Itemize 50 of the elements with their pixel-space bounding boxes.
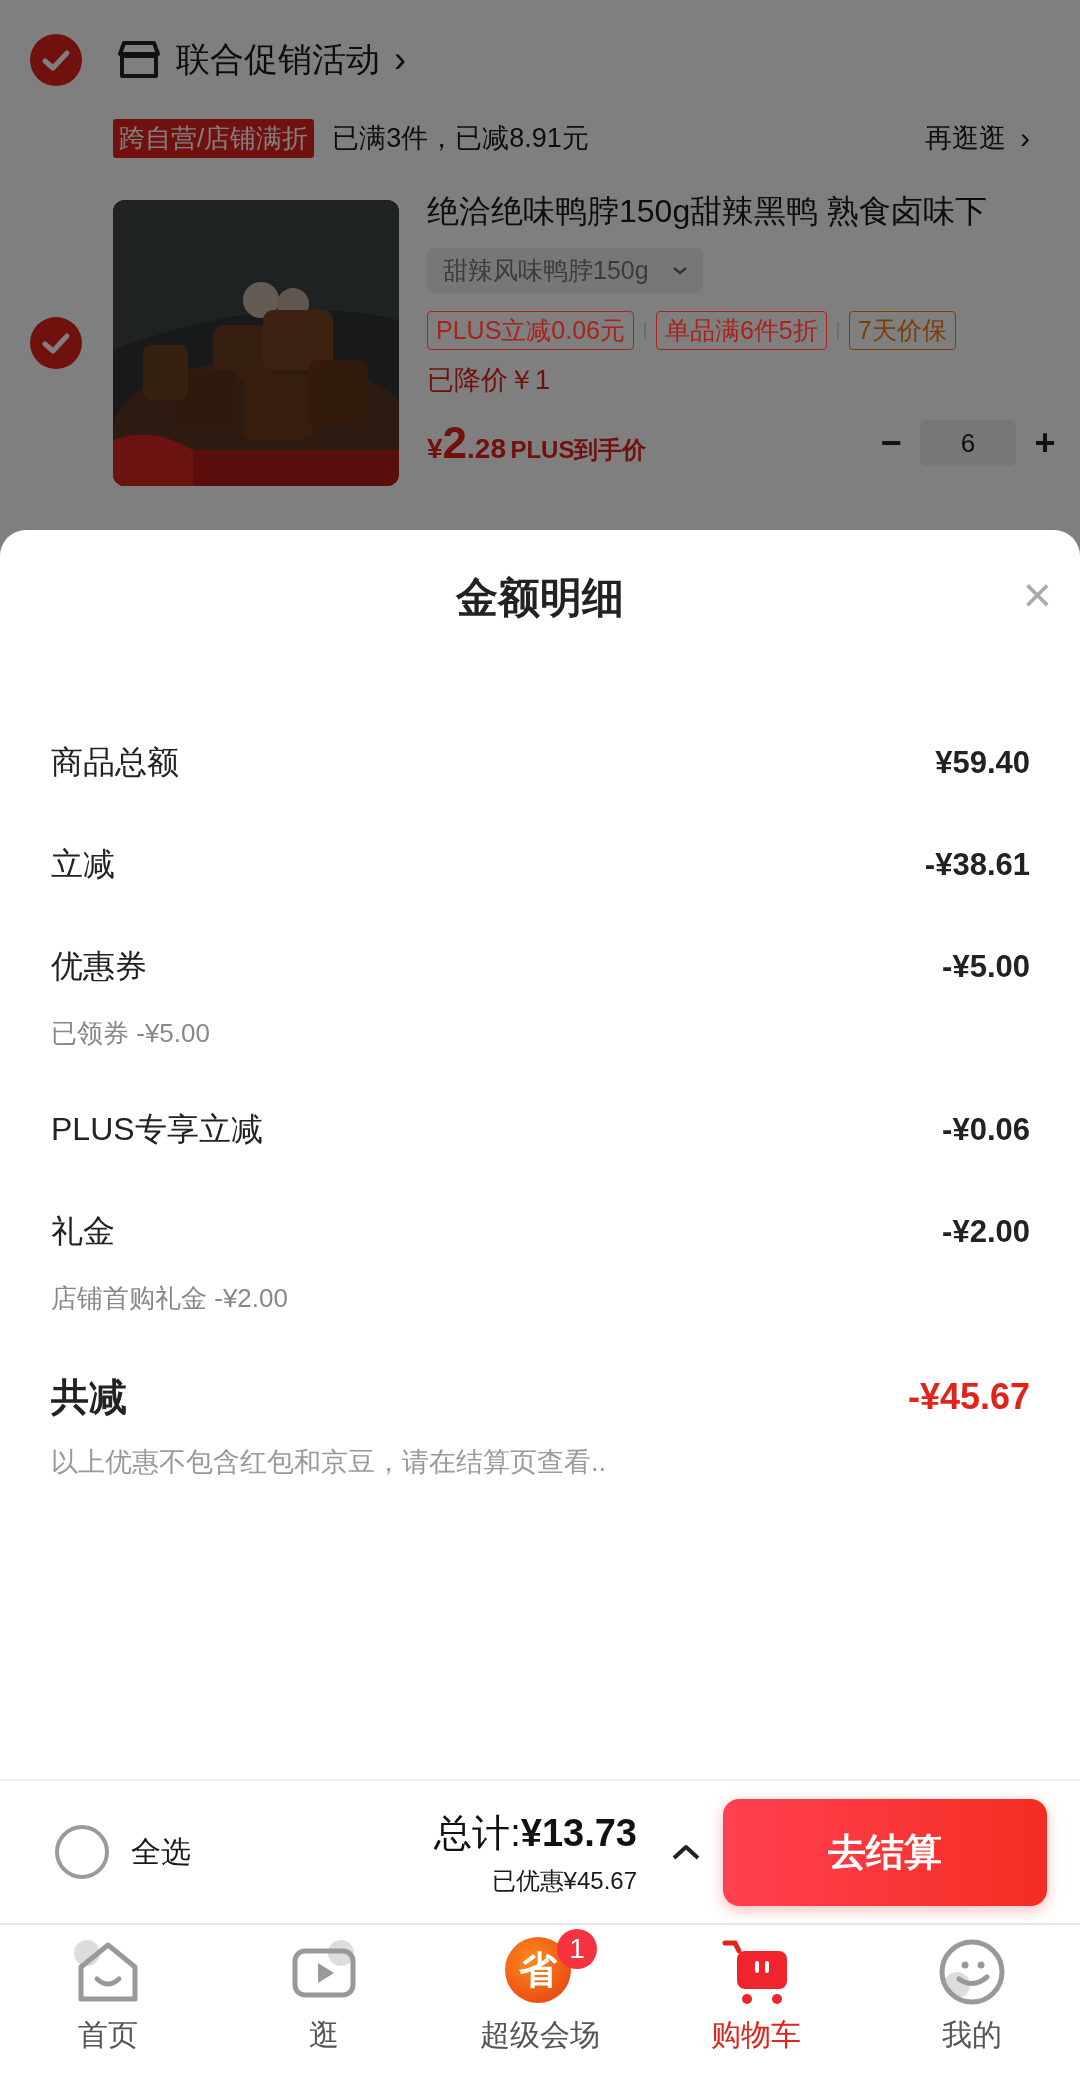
- total-discount-label: 共减: [51, 1374, 127, 1420]
- sheet-title: 金额明细: [456, 572, 624, 623]
- checked-circle-icon[interactable]: [30, 34, 82, 86]
- amount-note: 店铺首购礼金 -¥2.00: [51, 1282, 289, 1315]
- tab[interactable]: 逛: [216, 1925, 432, 2075]
- variant-selector[interactable]: 甜辣风味鸭脖150g: [427, 248, 703, 293]
- promo-tag: 单品满6件5折: [655, 311, 827, 350]
- amount-value: ¥59.40: [935, 745, 1030, 781]
- tab[interactable]: 购物车: [648, 1925, 864, 2075]
- total-price: 总计:¥13.73: [434, 1810, 637, 1856]
- product-title[interactable]: 绝洽绝味鸭脖150g甜辣黑鸭 熟食卤味下: [427, 190, 1080, 234]
- promo-tag: 7天价保: [848, 311, 956, 350]
- notification-badge: 1: [557, 1929, 597, 1969]
- promo-tag: PLUS立减0.06元: [427, 311, 634, 350]
- amount-label: PLUS专享立减: [51, 1110, 263, 1149]
- chevron[interactable]: ›: [394, 39, 406, 81]
- promo-text: 已满3件，已减8.91元: [332, 122, 590, 155]
- more-link[interactable]: 再逛逛: [925, 120, 1006, 156]
- caret-icon[interactable]: [671, 1843, 701, 1861]
- amount-value: -¥2.00: [942, 1214, 1030, 1250]
- promo-tag: 跨自营/店铺满折: [113, 118, 315, 158]
- amount-value: -¥38.61: [924, 847, 1030, 883]
- promo-icon: 省: [505, 1937, 571, 2003]
- saved-amount: 已优惠¥45.67: [491, 1865, 637, 1896]
- amount-label: 优惠券: [51, 947, 147, 986]
- disclaimer-text: 以上优惠不包含红包和京豆，请在结算页查看..: [51, 1446, 607, 1479]
- plus-button[interactable]: +: [1030, 422, 1060, 464]
- store-group-title[interactable]: 联合促销活动: [176, 37, 380, 83]
- amount-label: 立减: [51, 845, 115, 884]
- shop-icon: [116, 40, 162, 80]
- amount-label: 礼金: [51, 1212, 115, 1251]
- amount-note: 已领券 -¥5.00: [51, 1017, 211, 1050]
- quantity-field[interactable]: 6: [920, 420, 1016, 466]
- caret-icon: [672, 266, 687, 275]
- radio-button[interactable]: [55, 1825, 109, 1879]
- amount-value: -¥5.00: [942, 949, 1030, 985]
- amount-value: -¥0.06: [942, 1112, 1030, 1148]
- amount-label: 商品总额: [51, 743, 179, 782]
- total-discount-value: -¥45.67: [907, 1376, 1030, 1418]
- tab[interactable]: 我的: [864, 1925, 1080, 2075]
- price: ¥2.28 PLUS到手价: [427, 418, 648, 468]
- select-all-label[interactable]: 全选: [131, 1831, 191, 1873]
- checkout-button[interactable]: 去结算: [723, 1798, 1047, 1906]
- chevron[interactable]: ›: [1020, 121, 1030, 155]
- tab[interactable]: 省 1 超级会场: [432, 1925, 648, 2075]
- minus-button[interactable]: −: [876, 422, 906, 464]
- checked-circle-icon[interactable]: [30, 317, 82, 369]
- tab[interactable]: 首页: [0, 1925, 216, 2075]
- smiley-icon: [937, 1937, 1007, 2007]
- price-drop-text: 已降价￥1: [427, 364, 552, 397]
